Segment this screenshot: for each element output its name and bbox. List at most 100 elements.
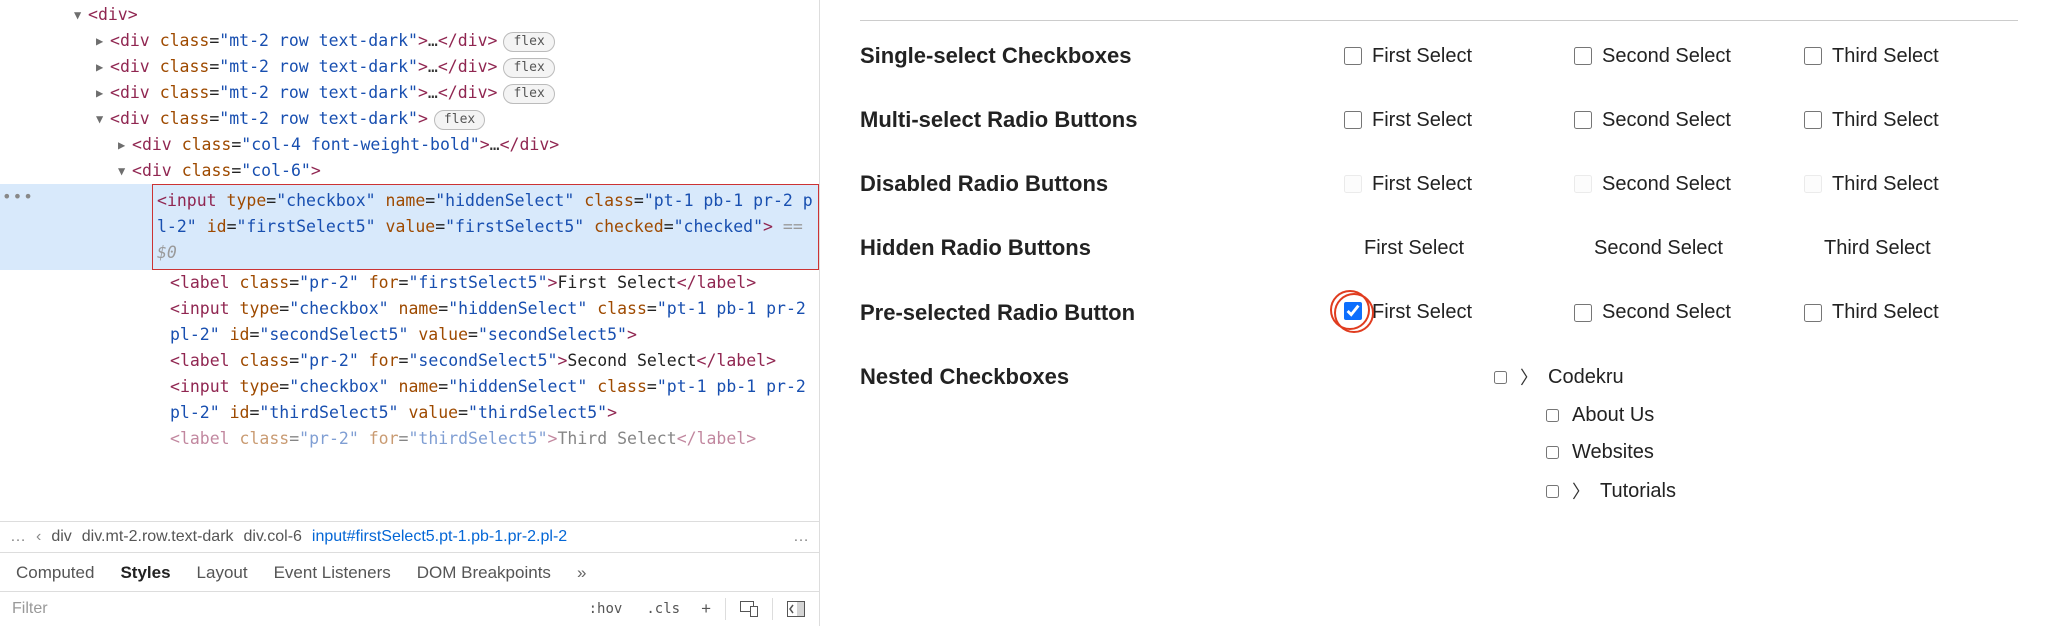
option-label: Second Select: [1602, 109, 1731, 132]
checkbox-input[interactable]: [1804, 111, 1822, 129]
option[interactable]: Third Select: [1800, 172, 2018, 196]
styles-filter-row: :hov .cls +: [0, 591, 819, 626]
option[interactable]: Third Select: [1800, 44, 2018, 68]
rendered-page: Single-select CheckboxesFirst SelectSeco…: [820, 0, 2048, 626]
checkbox-input[interactable]: [1574, 111, 1592, 129]
expand-down-icon[interactable]: ▼: [74, 2, 88, 28]
nested-item-label: Websites: [1572, 441, 1654, 464]
dom-node-selected[interactable]: ••• <input type="checkbox" name="hiddenS…: [0, 184, 819, 270]
device-icon[interactable]: [736, 601, 762, 617]
chevron-right-icon[interactable]: 〉: [1520, 364, 1538, 390]
dom-node[interactable]: ▼<div class="mt-2 row text-dark">flex: [0, 106, 819, 132]
nested-item[interactable]: 〉 Codekru: [1490, 364, 1676, 390]
expand-right-icon[interactable]: ▶: [96, 80, 110, 106]
expand-down-icon[interactable]: ▼: [96, 106, 110, 132]
checkbox-input[interactable]: [1546, 446, 1559, 459]
option[interactable]: First Select: [1340, 237, 1558, 260]
dom-node[interactable]: <label class="pr-2" for="firstSelect5">F…: [0, 270, 819, 296]
option-label: Second Select: [1602, 301, 1731, 324]
option-group: First Select Second Select Third Select: [1340, 44, 2018, 68]
styles-filter-input[interactable]: [10, 599, 572, 619]
new-style-rule-icon[interactable]: +: [697, 599, 715, 619]
crumb-item[interactable]: div: [51, 528, 71, 546]
checkbox-input[interactable]: [1804, 47, 1822, 65]
checkbox-input[interactable]: [1344, 111, 1362, 129]
chevron-left-icon[interactable]: ‹: [36, 528, 41, 546]
nested-list: 〉 Codekru About Us Websites 〉Tutorials: [1340, 364, 1676, 504]
checkbox-input[interactable]: [1344, 47, 1362, 65]
option-label: Third Select: [1832, 45, 1939, 68]
form-row: Multi-select Radio Buttons First Select Se…: [860, 107, 2018, 133]
option-label: First Select: [1372, 109, 1472, 132]
option-label: Second Select: [1602, 45, 1731, 68]
crumb-ellipsis[interactable]: …: [793, 528, 809, 546]
dom-node[interactable]: ▶<div class="col-4 font-weight-bold">…</…: [0, 132, 819, 158]
checkbox-input[interactable]: [1546, 485, 1559, 498]
dom-node[interactable]: ▶<div class="mt-2 row text-dark">…</div>…: [0, 28, 819, 54]
option-group: First Select Second Select Third Select: [1340, 172, 2018, 196]
nested-item-label: Codekru: [1548, 366, 1624, 389]
checkbox-input[interactable]: [1574, 304, 1592, 322]
dom-node[interactable]: ▶<div class="mt-2 row text-dark">…</div>…: [0, 80, 819, 106]
more-icon[interactable]: •••: [2, 184, 34, 210]
toggle-sidebar-icon[interactable]: [783, 601, 809, 617]
dom-node[interactable]: ▼<div class="col-6">: [0, 158, 819, 184]
tab-computed[interactable]: Computed: [16, 563, 94, 583]
tab-event-listeners[interactable]: Event Listeners: [274, 563, 391, 583]
cls-toggle[interactable]: .cls: [639, 599, 687, 619]
dom-node[interactable]: <label class="pr-2" for="secondSelect5">…: [0, 348, 819, 374]
option[interactable]: Second Select: [1570, 44, 1788, 68]
crumb-item-active[interactable]: input#firstSelect5.pt-1.pb-1.pr-2.pl-2: [312, 528, 567, 546]
option[interactable]: Second Select: [1570, 172, 1788, 196]
flex-badge[interactable]: flex: [434, 110, 485, 130]
expand-right-icon[interactable]: ▶: [96, 28, 110, 54]
nested-item-label: About Us: [1572, 404, 1654, 427]
form-row-label: Multi-select Radio Buttons: [860, 107, 1340, 133]
hov-toggle[interactable]: :hov: [582, 599, 630, 619]
nested-item[interactable]: 〉Tutorials: [1490, 478, 1676, 504]
option[interactable]: First Select: [1340, 108, 1558, 132]
expand-right-icon[interactable]: ▶: [118, 132, 132, 158]
tab-layout[interactable]: Layout: [197, 563, 248, 583]
checkbox-input[interactable]: [1344, 302, 1362, 320]
dom-node[interactable]: <input type="checkbox" name="hiddenSelec…: [0, 374, 819, 426]
divider: [772, 598, 773, 620]
option[interactable]: Second Select: [1570, 237, 1788, 260]
dom-node[interactable]: <input type="checkbox" name="hiddenSelec…: [0, 296, 819, 348]
tab-styles[interactable]: Styles: [120, 563, 170, 583]
option[interactable]: Second Select: [1570, 301, 1788, 325]
option-label: Third Select: [1832, 301, 1939, 324]
option[interactable]: Third Select: [1800, 301, 2018, 325]
flex-badge[interactable]: flex: [503, 32, 554, 52]
tab-dom-breakpoints[interactable]: DOM Breakpoints: [417, 563, 551, 583]
crumb-item[interactable]: div.col-6: [244, 528, 302, 546]
breadcrumb[interactable]: … ‹ div div.mt-2.row.text-dark div.col-6…: [0, 521, 819, 553]
crumb-item[interactable]: div.mt-2.row.text-dark: [82, 528, 234, 546]
flex-badge[interactable]: flex: [503, 58, 554, 78]
dom-node[interactable]: ▼<div>: [0, 2, 819, 28]
option[interactable]: Third Select: [1800, 237, 2018, 260]
flex-badge[interactable]: flex: [503, 84, 554, 104]
nested-item[interactable]: About Us: [1490, 404, 1676, 427]
checkbox-input[interactable]: [1546, 409, 1559, 422]
checkbox-input[interactable]: [1804, 304, 1822, 322]
crumb-ellipsis[interactable]: …: [10, 528, 26, 546]
option[interactable]: Third Select: [1800, 108, 2018, 132]
option[interactable]: First Select: [1340, 172, 1558, 196]
dom-node[interactable]: ▶<div class="mt-2 row text-dark">…</div>…: [0, 54, 819, 80]
divider: [860, 20, 2018, 21]
option[interactable]: First Select: [1340, 44, 1558, 68]
option[interactable]: First Select: [1340, 299, 1558, 326]
more-tabs-icon[interactable]: »: [577, 563, 586, 583]
checkbox-input[interactable]: [1494, 371, 1507, 384]
chevron-right-icon[interactable]: 〉: [1572, 478, 1590, 504]
option[interactable]: Second Select: [1570, 108, 1788, 132]
dom-node[interactable]: <label class="pr-2" for="thirdSelect5">T…: [0, 426, 819, 452]
option-label: Third Select: [1832, 109, 1939, 132]
checkbox-input[interactable]: [1574, 47, 1592, 65]
option-label: First Select: [1372, 45, 1472, 68]
dom-tree[interactable]: ▼<div> ▶<div class="mt-2 row text-dark">…: [0, 0, 819, 521]
expand-down-icon[interactable]: ▼: [118, 158, 132, 184]
nested-item[interactable]: Websites: [1490, 441, 1676, 464]
expand-right-icon[interactable]: ▶: [96, 54, 110, 80]
